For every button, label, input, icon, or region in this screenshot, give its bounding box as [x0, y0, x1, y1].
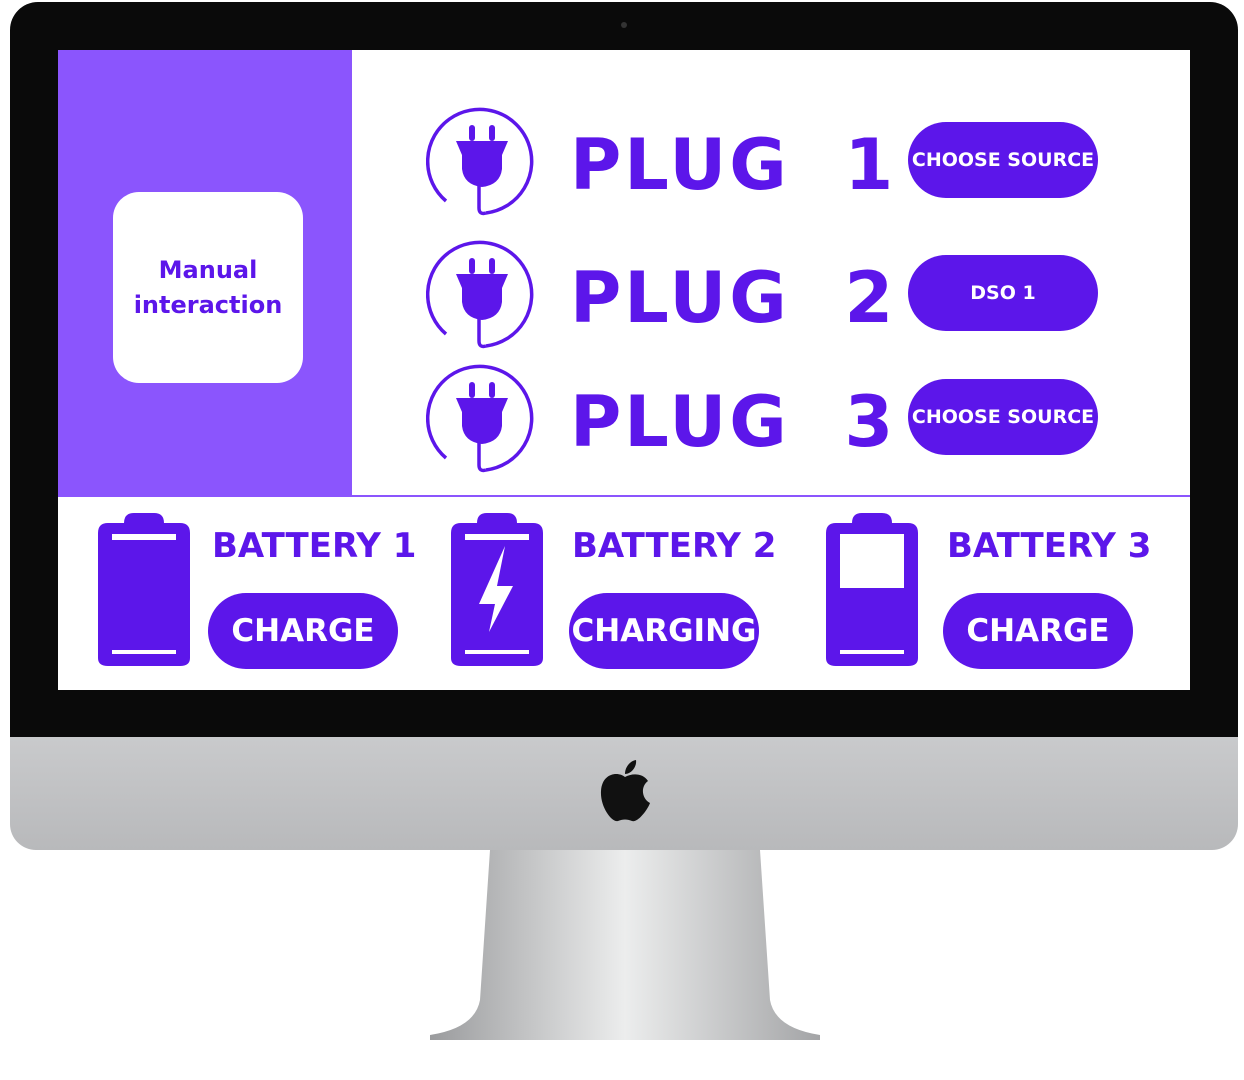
plug-2-source-button[interactable]: DSO 1 — [908, 255, 1098, 331]
battery-charging-icon — [451, 513, 543, 666]
plug-icon — [426, 240, 534, 349]
card-label: Manual — [158, 255, 258, 284]
battery-1-charge-button[interactable]: CHARGE — [208, 593, 398, 669]
plug-icon — [426, 364, 534, 473]
sidebar: Manual interaction — [58, 50, 352, 495]
apple-logo-icon — [600, 760, 650, 822]
camera — [621, 22, 627, 28]
plug-3-source-button[interactable]: CHOOSE SOURCE — [908, 379, 1098, 455]
monitor-chin — [10, 737, 1238, 850]
battery-full-icon — [98, 513, 190, 666]
divider — [58, 495, 1190, 497]
battery-title: BATTERY 1 — [212, 526, 417, 566]
screen: Manual interaction PLUG 1 CHOOSE SOURCE PL… — [58, 50, 1190, 690]
plug-1-source-button[interactable]: CHOOSE SOURCE — [908, 122, 1098, 198]
plug-title: PLUG 3 — [570, 381, 897, 463]
plug-icon — [426, 107, 534, 216]
battery-2-charge-button[interactable]: CHARGING — [569, 593, 759, 669]
battery-title: BATTERY 2 — [572, 526, 777, 566]
plug-title: PLUG 1 — [570, 124, 897, 206]
plug-title: PLUG 2 — [570, 257, 897, 339]
card-label: interaction — [133, 290, 283, 319]
battery-3-charge-button[interactable]: CHARGE — [943, 593, 1133, 669]
manual-interaction-button[interactable]: Manual interaction — [113, 192, 303, 383]
battery-title: BATTERY 3 — [947, 526, 1152, 566]
battery-low-icon — [826, 513, 918, 666]
monitor-stand — [430, 850, 820, 1040]
